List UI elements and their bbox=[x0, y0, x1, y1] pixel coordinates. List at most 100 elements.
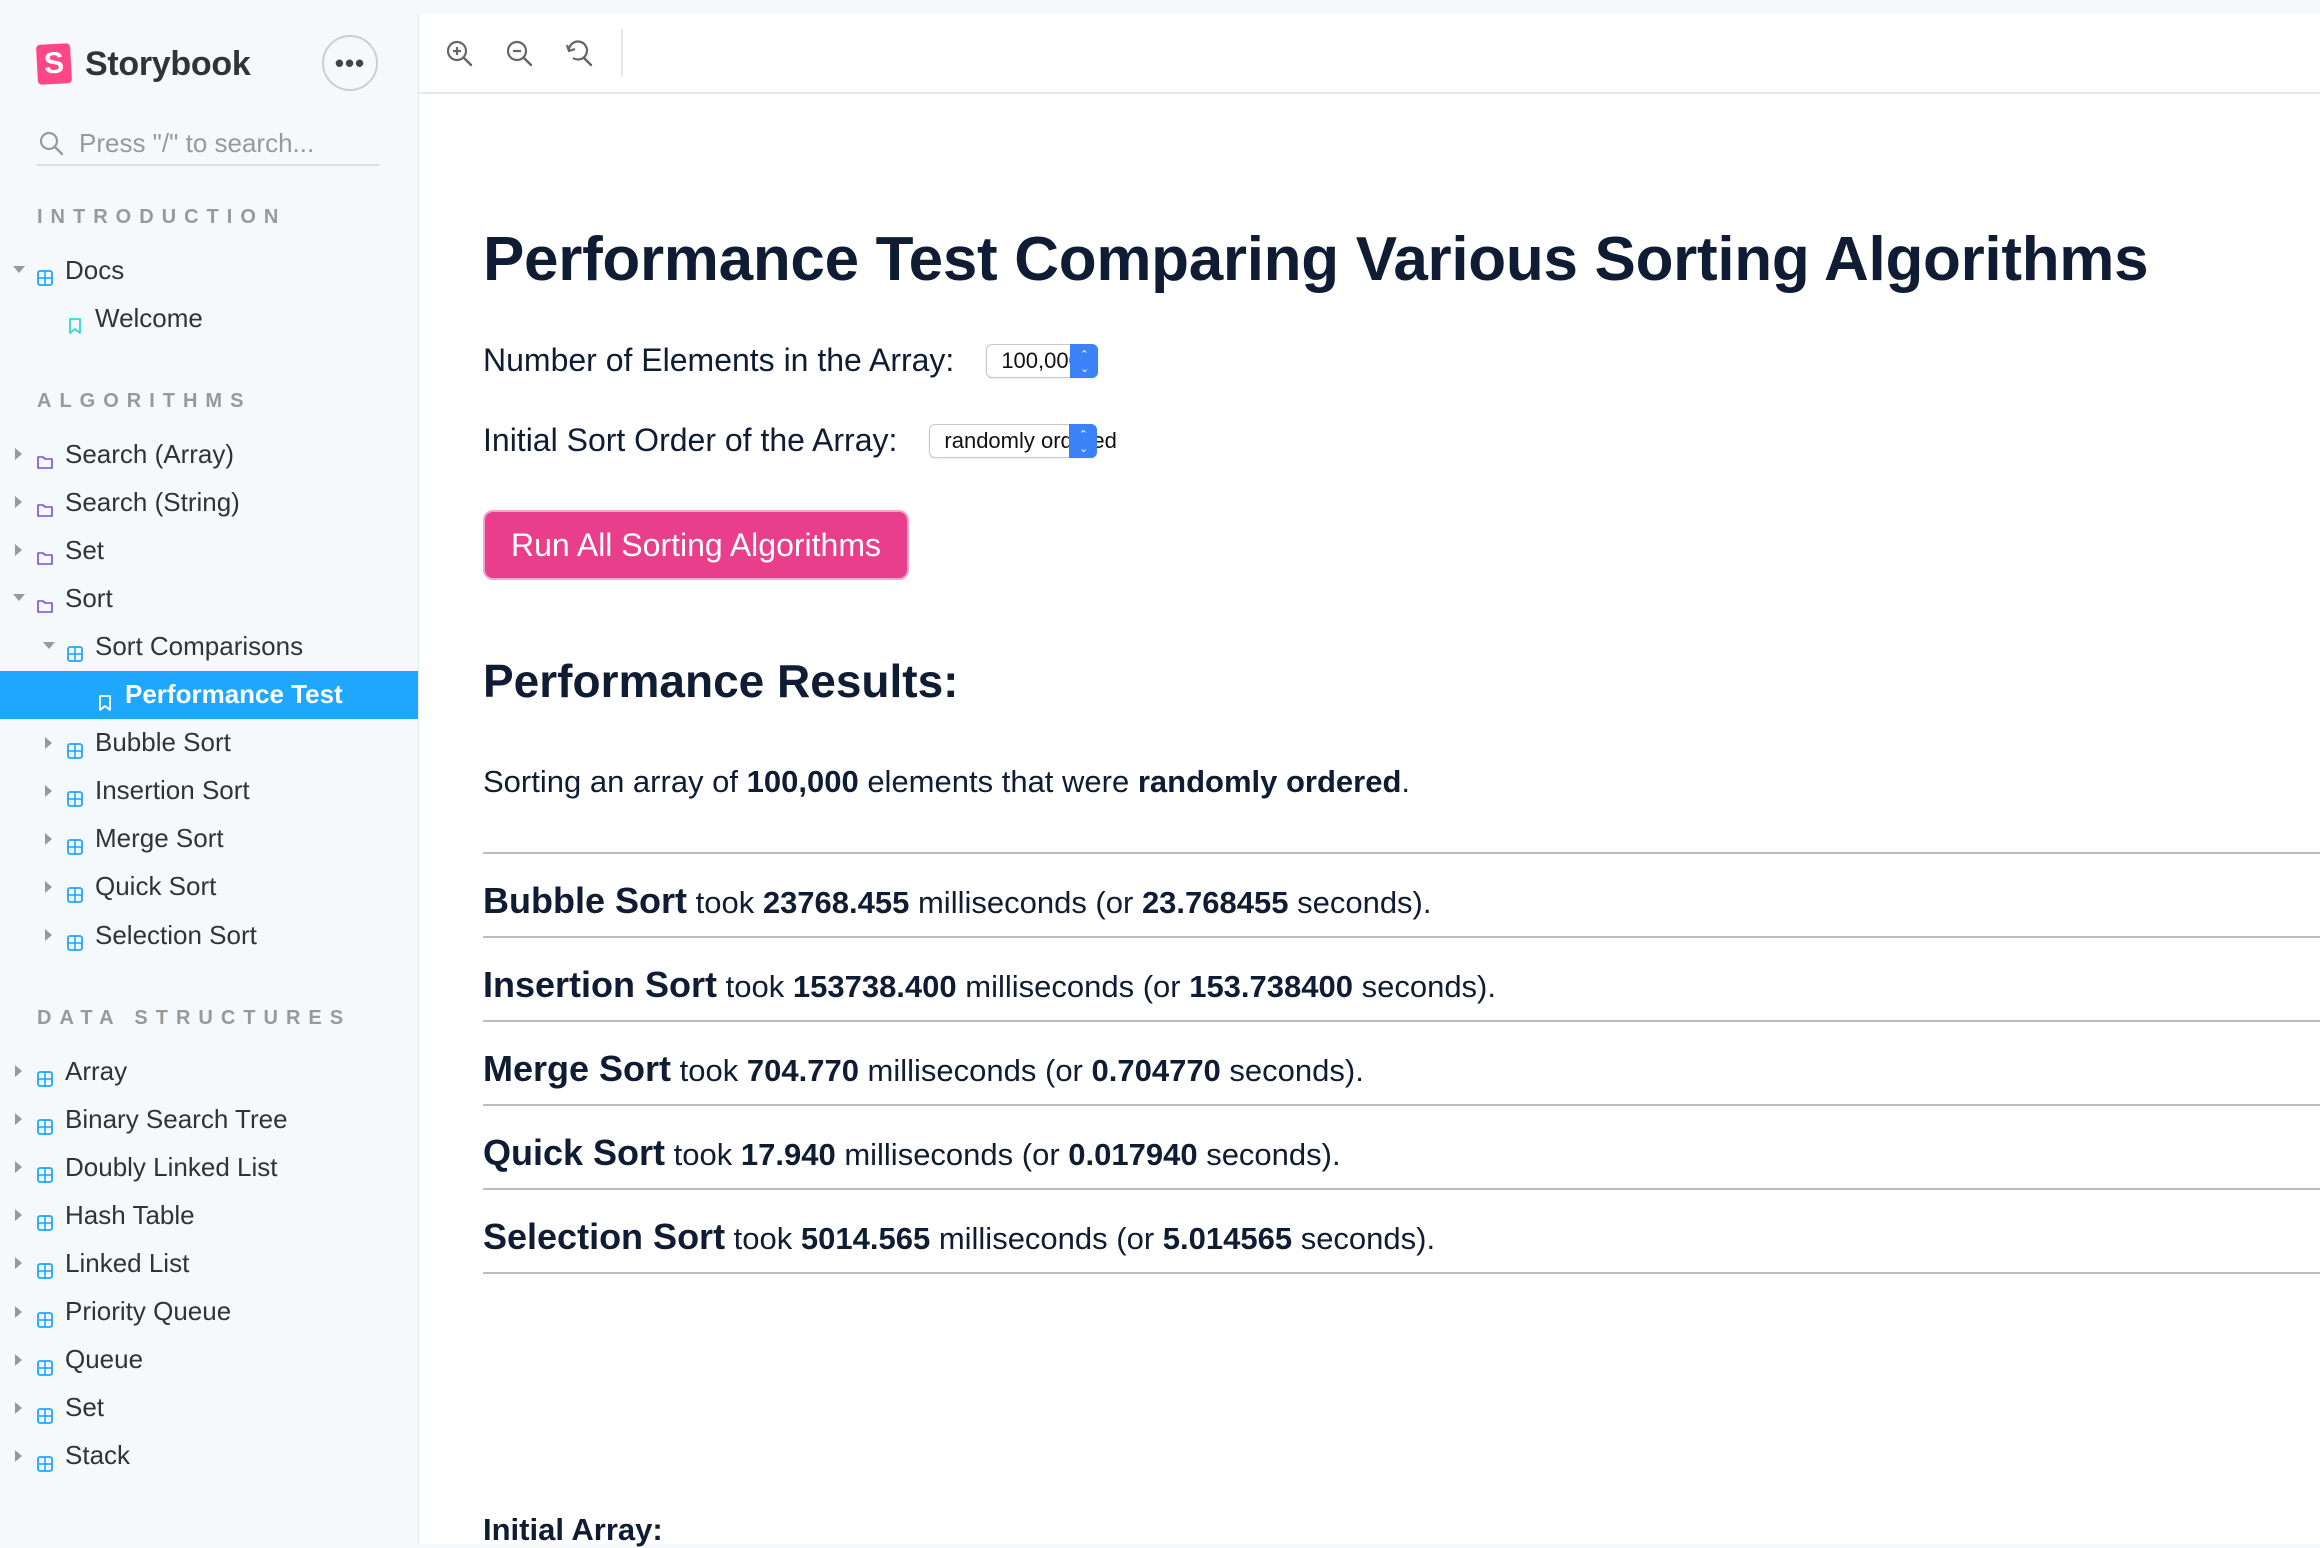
chevron-right-icon[interactable] bbox=[15, 496, 22, 509]
result-line: Selection Sort took 5014.565 millisecond… bbox=[483, 1216, 1435, 1258]
sidebar-item-set[interactable]: Set bbox=[0, 526, 418, 574]
chevron-right-icon[interactable] bbox=[45, 784, 52, 797]
result-algo-name: Merge Sort bbox=[483, 1048, 672, 1089]
sidebar-item-sort[interactable]: Sort bbox=[0, 574, 418, 622]
component-icon bbox=[67, 783, 83, 807]
chevron-right-icon[interactable] bbox=[15, 1401, 22, 1414]
search-icon bbox=[37, 129, 65, 157]
order-label: Initial Sort Order of the Array: bbox=[483, 422, 898, 458]
chevron-down-icon[interactable] bbox=[43, 642, 55, 650]
folder-icon bbox=[37, 494, 53, 517]
select-stepper-icon: ⌃ ⌃ bbox=[1070, 343, 1099, 378]
search-input[interactable] bbox=[79, 127, 369, 159]
chevron-right-icon[interactable] bbox=[15, 544, 22, 557]
sidebar-item-insertion-sort[interactable]: Insertion Sort bbox=[0, 767, 418, 815]
elements-select[interactable]: 100,000 ⌃ ⌃ bbox=[986, 343, 1099, 378]
reset-zoom-button[interactable] bbox=[559, 33, 599, 73]
component-icon bbox=[67, 638, 83, 663]
sidebar-item-label: Hash Table bbox=[65, 1199, 195, 1230]
chevron-right-icon[interactable] bbox=[15, 1065, 22, 1077]
result-divider bbox=[483, 1188, 2320, 1190]
sidebar-item-selection-sort[interactable]: Selection Sort bbox=[0, 911, 418, 959]
elements-row: Number of Elements in the Array: 100,000… bbox=[483, 342, 1099, 379]
chevron-right-icon[interactable] bbox=[15, 1353, 22, 1366]
sidebar-item-welcome[interactable]: Welcome bbox=[0, 294, 418, 342]
sidebar-item-doubly-linked-list[interactable]: Doubly Linked List bbox=[0, 1143, 418, 1191]
chevron-right-icon[interactable] bbox=[45, 736, 52, 749]
result-algo-name: Quick Sort bbox=[483, 1132, 666, 1173]
component-icon bbox=[37, 1111, 53, 1135]
component-icon bbox=[67, 879, 83, 903]
result-line: Merge Sort took 704.770 milliseconds (or… bbox=[483, 1048, 1364, 1090]
more-options-button[interactable]: ••• bbox=[322, 35, 378, 91]
sidebar-item-binary-search-tree[interactable]: Binary Search Tree bbox=[0, 1095, 418, 1143]
chevron-right-icon[interactable] bbox=[15, 1449, 22, 1462]
result-line: Bubble Sort took 23768.455 milliseconds … bbox=[483, 880, 1432, 922]
result-took: took bbox=[687, 885, 763, 920]
section-heading: ALGORITHMS bbox=[37, 390, 252, 412]
elements-value: 100,000 bbox=[1001, 347, 1081, 373]
component-icon bbox=[37, 1255, 53, 1280]
sidebar-item-label: Linked List bbox=[65, 1247, 190, 1278]
chevron-down-icon[interactable] bbox=[13, 594, 25, 602]
component-icon bbox=[67, 927, 83, 951]
sidebar-item-search-string[interactable]: Search (String) bbox=[0, 478, 418, 526]
result-milliseconds: 5014.565 bbox=[800, 1221, 931, 1256]
sidebar-item-stack[interactable]: Stack bbox=[0, 1432, 418, 1480]
sidebar-item-search-array[interactable]: Search (Array) bbox=[0, 430, 418, 478]
chevron-down-icon[interactable] bbox=[13, 266, 25, 273]
result-milliseconds: 704.770 bbox=[746, 1053, 859, 1088]
run-all-button[interactable]: Run All Sorting Algorithms bbox=[483, 510, 909, 580]
sidebar-item-merge-sort[interactable]: Merge Sort bbox=[0, 815, 418, 863]
result-ms-text: milliseconds (or bbox=[956, 969, 1190, 1004]
sidebar-item-label: Welcome bbox=[95, 302, 203, 333]
sidebar-item-docs[interactable]: Docs bbox=[0, 246, 418, 294]
result-seconds: 0.704770 bbox=[1091, 1053, 1221, 1088]
brand-name: Storybook bbox=[85, 44, 251, 83]
order-select[interactable]: randomly ordered ⌃ ⌃ bbox=[929, 423, 1117, 458]
sidebar: S Storybook ••• INTRODUCTION Docs Welcome A… bbox=[0, 0, 418, 1544]
sidebar-item-queue[interactable]: Queue bbox=[0, 1336, 418, 1384]
zoom-in-button[interactable] bbox=[439, 33, 479, 73]
result-algo-name: Bubble Sort bbox=[483, 880, 687, 921]
chevron-right-icon[interactable] bbox=[45, 880, 52, 893]
sidebar-item-array[interactable]: Array bbox=[0, 1047, 418, 1095]
sidebar-item-label: Array bbox=[65, 1055, 128, 1086]
sidebar-item-sort-comparisons[interactable]: Sort Comparisons bbox=[0, 622, 418, 670]
folder-icon bbox=[37, 446, 53, 469]
sidebar-item-label: Selection Sort bbox=[95, 919, 257, 950]
zoom-out-button[interactable] bbox=[499, 33, 539, 73]
initial-array-heading: Initial Array: bbox=[483, 1512, 663, 1547]
sidebar-item-label: Set bbox=[65, 534, 105, 565]
sidebar-item-label: Bubble Sort bbox=[95, 727, 231, 758]
sidebar-item-quick-sort[interactable]: Quick Sort bbox=[0, 863, 418, 911]
chevron-right-icon[interactable] bbox=[15, 448, 22, 460]
chevron-right-icon[interactable] bbox=[15, 1113, 22, 1126]
sidebar-item-performance-test[interactable]: Performance Test bbox=[0, 670, 418, 719]
sidebar-item-set[interactable]: Set bbox=[0, 1384, 418, 1432]
sidebar-item-linked-list[interactable]: Linked List bbox=[0, 1239, 418, 1287]
sidebar-item-priority-queue[interactable]: Priority Queue bbox=[0, 1288, 418, 1336]
chevron-right-icon[interactable] bbox=[15, 1257, 22, 1270]
search-bar[interactable] bbox=[37, 122, 379, 166]
sidebar-item-hash-table[interactable]: Hash Table bbox=[0, 1191, 418, 1239]
sidebar-item-label: Priority Queue bbox=[65, 1296, 232, 1326]
result-seconds: 153.738400 bbox=[1189, 969, 1353, 1004]
chevron-right-icon[interactable] bbox=[45, 832, 52, 845]
component-icon bbox=[37, 262, 53, 286]
chevron-right-icon[interactable] bbox=[15, 1209, 22, 1222]
sidebar-item-label: Search (String) bbox=[65, 486, 240, 517]
sidebar-item-label: Quick Sort bbox=[95, 871, 217, 902]
brand[interactable]: S Storybook bbox=[35, 40, 251, 88]
sidebar-item-label: Search (Array) bbox=[65, 438, 235, 469]
result-seconds: 5.014565 bbox=[1162, 1221, 1293, 1256]
result-took: took bbox=[717, 969, 793, 1004]
result-took: took bbox=[665, 1137, 741, 1172]
component-icon bbox=[67, 831, 83, 855]
summary-count: 100,000 bbox=[746, 764, 859, 799]
sidebar-item-bubble-sort[interactable]: Bubble Sort bbox=[0, 719, 418, 767]
chevron-right-icon[interactable] bbox=[15, 1161, 22, 1174]
sidebar-item-label: Docs bbox=[65, 254, 125, 285]
chevron-right-icon[interactable] bbox=[15, 1305, 22, 1318]
chevron-right-icon[interactable] bbox=[45, 929, 52, 941]
